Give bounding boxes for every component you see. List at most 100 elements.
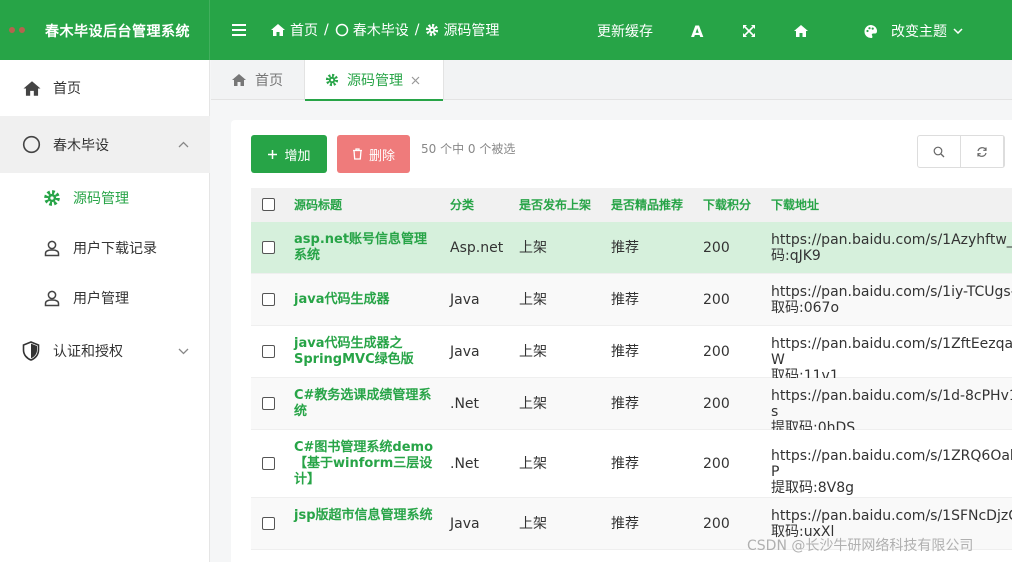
row-published: 上架 [519,396,547,412]
row-url: https://pan.baidu.com/s/1Azyhftw_eii 码:qJ… [771,232,1012,264]
row-category: Java [450,516,480,532]
refresh-icon[interactable] [961,136,1004,167]
column-header[interactable]: 下载积分 [703,188,751,222]
row-category: Java [450,344,480,360]
row-url-code: 取码:067o [771,300,840,316]
tab-home[interactable]: 首页 [231,60,283,100]
logo-icon [9,27,27,33]
table-row[interactable]: java代码生成器之SpringMVC绿色版 Java 上架 推荐 200 ht… [251,326,1012,384]
sidebar-item-label: 认证和授权 [53,344,123,360]
row-points: 200 [703,456,730,472]
row-url-code: 提取码:8V8g [771,480,854,496]
row-checkbox[interactable] [262,457,275,470]
row-points: 200 [703,292,730,308]
sidebar-item-downloads[interactable]: 用户下载记录 [0,223,210,273]
row-category: Java [450,292,480,308]
row-checkbox[interactable] [262,397,275,410]
row-url: https://pan.baidu.com/s/1iy-TCUgs-J 取码:06… [771,284,1012,316]
row-url-line: https://pan.baidu.com/s/1d-8cPHv12s [771,388,1012,420]
column-header[interactable]: 下载地址 [771,188,819,222]
sidebar-group-chunmu[interactable]: 春木毕设 [0,116,210,173]
row-url-line: https://pan.baidu.com/s/1SFNcDjzCO [771,508,1012,524]
row-published: 上架 [519,240,547,256]
row-points: 200 [703,344,730,360]
chevron-down-icon [953,28,963,34]
refresh-cache-button[interactable]: 更新缓存 [597,20,653,42]
table-row[interactable]: C#教务选课成绩管理系统 .Net 上架 推荐 200 https://pan.… [251,378,1012,436]
table-row[interactable]: asp.net账号信息管理系统 Asp.net 上架 推荐 200 https:… [251,222,1012,274]
sidebar-item-label: 源码管理 [73,191,129,207]
row-checkbox[interactable] [262,517,275,530]
sidebar-item-label: 春木毕设 [53,137,109,154]
row-recommended: 推荐 [611,240,639,256]
row-checkbox[interactable] [262,293,275,306]
row-url-line: https://pan.baidu.com/s/1Azyhftw_eii [771,232,1012,248]
breadcrumb-group[interactable]: 春木毕设 [353,20,409,40]
column-header[interactable]: 是否发布上架 [519,188,591,222]
font-size-button[interactable]: A [691,20,703,42]
gear-icon [325,73,339,87]
fullscreen-icon[interactable] [742,20,756,42]
row-recommended: 推荐 [611,516,639,532]
home-icon [270,23,286,37]
add-button[interactable]: 增加 [251,135,327,173]
selection-info: 50 个中 0 个被选 [421,142,516,156]
column-header[interactable]: 是否精品推荐 [611,188,683,222]
tab-label: 源码管理 [347,73,403,89]
column-header[interactable]: 源码标题 [294,188,342,222]
sidebar-item-users[interactable]: 用户管理 [0,273,210,323]
table-row[interactable]: java代码生成器 Java 上架 推荐 200 https://pan.bai… [251,274,1012,326]
delete-button[interactable]: 删除 [337,135,410,173]
row-url: https://pan.baidu.com/s/1d-8cPHv12s 提取码:0… [771,388,1012,436]
menu-toggle-icon[interactable] [232,24,246,36]
row-published: 上架 [519,344,547,360]
row-checkbox[interactable] [262,345,275,358]
row-category: Asp.net [450,240,504,256]
breadcrumb: 首页 / 春木毕设 / 源码管理 [270,19,499,41]
add-button-label: 增加 [284,148,311,164]
row-title[interactable]: C#教务选课成绩管理系统 [294,388,434,420]
row-published: 上架 [519,456,547,472]
table-tools [917,135,1005,168]
row-recommended: 推荐 [611,344,639,360]
row-title[interactable]: java代码生成器 [294,292,434,308]
row-title[interactable]: java代码生成器之SpringMVC绿色版 [294,336,434,368]
tab-source[interactable]: 源码管理 [304,60,444,101]
theme-dropdown[interactable]: 改变主题 [863,20,963,42]
row-checkbox[interactable] [262,241,275,254]
theme-label: 改变主题 [891,24,947,40]
trash-icon [352,148,363,160]
shield-icon [22,341,40,361]
breadcrumb-current: 源码管理 [443,23,500,39]
sidebar-item-home[interactable]: 首页 [0,60,210,116]
palette-icon [863,24,878,39]
column-header[interactable]: 分类 [450,188,474,222]
breadcrumb-home[interactable]: 首页 [290,20,318,40]
table-row[interactable]: C#图书管理系统demo【基于winform三层设计】 .Net 上架 推荐 2… [251,430,1012,498]
row-category: .Net [450,396,480,412]
home-icon[interactable] [793,20,809,42]
content-panel: 增加 删除 50 个中 0 个被选 源码标题 分类 是否发布上架 是否精品推荐 … [231,120,1012,562]
close-icon[interactable] [411,76,420,85]
top-header: 春木毕设后台管理系统 首页 / 春木毕设 / 源码管理 更新缓存 A 改变主题 [0,0,1012,60]
row-category: .Net [450,456,480,472]
gear-icon [425,23,439,37]
user-icon [43,289,61,307]
row-title[interactable]: asp.net账号信息管理系统 [294,232,434,264]
row-title[interactable]: C#图书管理系统demo【基于winform三层设计】 [294,440,434,488]
brand[interactable]: 春木毕设后台管理系统 [0,0,210,60]
sidebar-item-label: 用户下载记录 [73,241,157,257]
select-all-checkbox[interactable] [262,198,275,211]
sidebar-item-source[interactable]: 源码管理 [0,173,210,223]
sidebar: 首页 春木毕设 源码管理 用户下载记录 用户管理 认证和授权 [0,60,210,562]
circle-icon [22,135,41,154]
sidebar-item-auth[interactable]: 认证和授权 [0,323,210,379]
tab-bar: 首页 源码管理 [211,60,1012,101]
breadcrumb-separator: / [414,22,420,38]
row-url: https://pan.baidu.com/s/1ZftEezqaHW 取码:11… [771,336,1012,384]
search-icon[interactable] [918,136,961,167]
row-points: 200 [703,516,730,532]
row-published: 上架 [519,516,547,532]
row-title[interactable]: jsp版超市信息管理系统 [294,508,434,524]
row-url: https://pan.baidu.com/s/1ZRQ6OahbP 提取码:8V… [771,448,1012,496]
